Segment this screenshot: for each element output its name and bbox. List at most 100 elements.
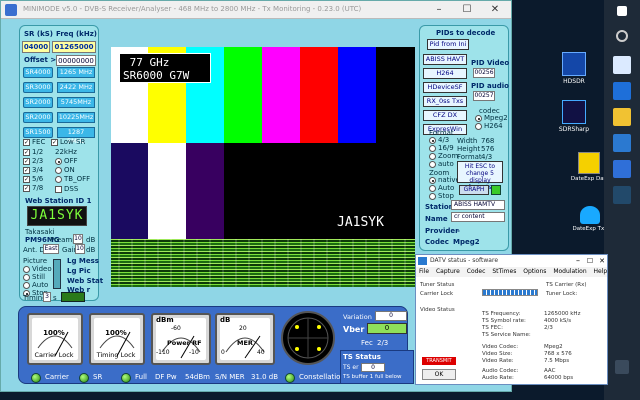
station-id-display: JA1SYK: [27, 206, 87, 226]
fec-2-3-checkbox[interactable]: ✓: [23, 158, 30, 165]
sdrsharp-icon[interactable]: [562, 100, 586, 124]
menu-item[interactable]: Codec: [467, 268, 486, 275]
sr-preset-button[interactable]: SR3000: [23, 82, 53, 93]
sr-preset-button[interactable]: SR1500: [23, 127, 53, 138]
sr-input[interactable]: 04000: [22, 41, 50, 53]
ant-dir-input[interactable]: East: [43, 244, 59, 254]
radio-label: Mpeg2: [484, 114, 508, 122]
freq-preset-button[interactable]: 10225MHz: [57, 112, 95, 123]
pid-preset-button[interactable]: HDeviceSF: [423, 82, 467, 93]
zoom-stop-radio[interactable]: [429, 193, 436, 200]
app-icon[interactable]: [613, 186, 631, 204]
fec-item-label: 2/3: [32, 157, 44, 165]
codec-mpeg2-radio[interactable]: [475, 115, 482, 122]
station-field[interactable]: ABISS HAMTV: [451, 200, 505, 210]
edge-icon[interactable]: [613, 82, 631, 100]
field-value: Mpeg2: [544, 344, 563, 350]
color-bar: [224, 47, 262, 143]
pid-preset-button[interactable]: H264: [423, 68, 467, 79]
picture-still-radio[interactable]: [23, 274, 30, 281]
format-auto-radio[interactable]: [429, 161, 436, 168]
dss-checkbox[interactable]: [55, 186, 62, 193]
graph-indicator: [491, 185, 501, 195]
gain-input[interactable]: 10: [75, 244, 85, 254]
pid-audio-input[interactable]: 00257: [473, 91, 495, 101]
change-format-button[interactable]: Hit ESC to change 5 display formats: [457, 161, 503, 191]
width-value: 768: [481, 137, 495, 145]
low-sr-checkbox[interactable]: ✓: [51, 139, 58, 146]
format-zoom-radio[interactable]: [429, 153, 436, 160]
pid-preset-button[interactable]: CFZ DX: [423, 110, 467, 121]
timing-input[interactable]: 3: [43, 292, 51, 302]
fec-3-4-checkbox[interactable]: ✓: [23, 167, 30, 174]
fec-item-label: 5/6: [32, 175, 44, 183]
timing-lock-pct: 100%: [105, 329, 127, 337]
popup-minimize-button[interactable]: –: [572, 255, 584, 267]
zoom-native-radio[interactable]: [429, 177, 436, 184]
title-bar[interactable]: MINIMODE v5.0 - DVB-S Receiver/Analyser …: [1, 1, 511, 19]
search-icon[interactable]: [616, 30, 628, 42]
codec-h264-radio[interactable]: [475, 123, 482, 130]
field-value: 1265000 kHz: [544, 311, 581, 317]
menu-item[interactable]: StTimes: [492, 268, 516, 275]
khz-on-radio[interactable]: [55, 167, 62, 174]
minimize-button[interactable]: –: [425, 1, 453, 19]
pid-preset-button[interactable]: RX_0ss Txs: [423, 96, 467, 107]
freq-preset-button[interactable]: 1265 MHz: [57, 67, 95, 78]
sr-preset-button[interactable]: SR2000: [23, 112, 53, 123]
timing-unit: s: [53, 294, 57, 302]
khz-tb-radio[interactable]: [55, 176, 62, 183]
folder-icon[interactable]: [613, 108, 631, 126]
datvexpress-tx-icon[interactable]: [580, 206, 600, 224]
close-button[interactable]: ✕: [481, 1, 509, 19]
format-169-radio[interactable]: [429, 145, 436, 152]
app-icon[interactable]: [613, 160, 631, 178]
web-toggle-button[interactable]: [61, 292, 85, 302]
picture-video-radio[interactable]: [23, 266, 30, 273]
pid-from-ini-button[interactable]: Pid from Ini: [427, 39, 469, 50]
radio-label: 4/3: [438, 136, 450, 144]
hdsdr-icon[interactable]: [562, 52, 586, 76]
web-slider[interactable]: [53, 259, 61, 289]
popup-maximize-button[interactable]: ☐: [584, 255, 596, 267]
popup-close-button[interactable]: ✕: [596, 255, 608, 267]
notification-icon[interactable]: [615, 360, 629, 374]
freq-preset-button[interactable]: 2422 MHz: [57, 82, 95, 93]
pid-video-input[interactable]: 00256: [473, 68, 495, 78]
sr-preset-button[interactable]: SR4000: [23, 67, 53, 78]
maximize-button[interactable]: ☐: [453, 1, 481, 19]
timing-lock-meter: 100% Timing Lock: [89, 313, 145, 365]
fec-5-6-checkbox[interactable]: ✓: [23, 176, 30, 183]
khz-off-radio[interactable]: [55, 158, 62, 165]
task-view-icon[interactable]: [613, 56, 631, 74]
fec-7-8-checkbox[interactable]: ✓: [23, 185, 30, 192]
height-value: 576: [481, 145, 495, 153]
desktop-icon-label: SDRSharp: [558, 126, 590, 133]
fec-checkbox[interactable]: ✓: [23, 139, 30, 146]
menu-item[interactable]: Help: [594, 268, 608, 275]
freq-preset-button[interactable]: 5745MHz: [57, 97, 95, 108]
store-icon[interactable]: [613, 134, 631, 152]
freq-preset-button[interactable]: 1287 5MHz: [57, 127, 95, 145]
format-43-radio[interactable]: [429, 137, 436, 144]
sr-preset-button[interactable]: SR2000: [23, 97, 53, 108]
menu-item[interactable]: File: [419, 268, 429, 275]
name-field[interactable]: cr content: [451, 212, 505, 222]
codec2-value: Mpeg2: [453, 238, 480, 246]
graph-button[interactable]: GRAPH: [459, 185, 489, 195]
picture-auto-radio[interactable]: [23, 282, 30, 289]
popup-ok-button[interactable]: OK: [422, 369, 456, 380]
menu-item[interactable]: Modulation: [553, 268, 586, 275]
windows-start-icon[interactable]: [617, 6, 627, 16]
datvexpress-icon[interactable]: [578, 152, 600, 174]
carrier-lock-pct: 100%: [43, 329, 65, 337]
offset-input[interactable]: 00000000: [56, 55, 96, 66]
color-bar: [300, 47, 338, 143]
preamp-input[interactable]: 10: [73, 234, 83, 244]
zoom-auto-radio[interactable]: [429, 185, 436, 192]
pid-preset-button[interactable]: ABISS HAVT: [423, 54, 467, 65]
fec-1-2-checkbox[interactable]: ✓: [23, 149, 30, 156]
freq-input[interactable]: 01265000: [52, 41, 96, 53]
menu-item[interactable]: Options: [523, 268, 546, 275]
menu-item[interactable]: Capture: [436, 268, 460, 275]
